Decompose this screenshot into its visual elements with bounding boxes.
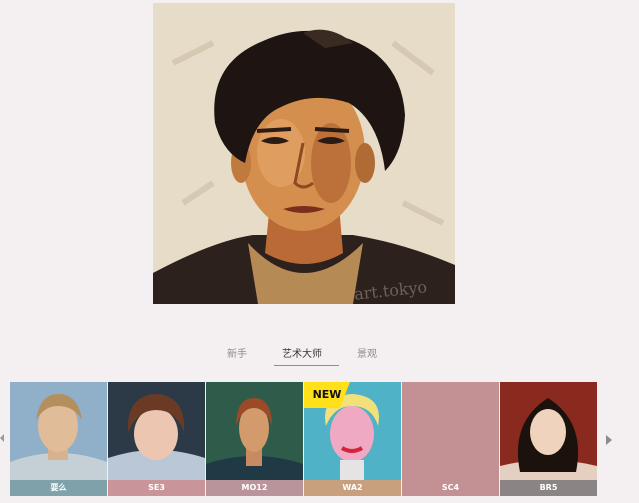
style-thumb-5[interactable]: SC4 (402, 382, 499, 496)
tab-art-masters[interactable]: 艺术大师 (282, 345, 322, 366)
style-label: WA2 (304, 480, 401, 496)
style-label: MO12 (206, 480, 303, 496)
style-category-tabs: 新手 艺术大师 景观 (0, 345, 639, 367)
style-label: SE3 (108, 480, 205, 496)
thumb-image (402, 382, 499, 480)
thumb-image (10, 382, 107, 480)
thumb-image (108, 382, 205, 480)
scroll-right-icon[interactable] (606, 435, 612, 445)
style-label: SC4 (402, 480, 499, 496)
tab-beginner[interactable]: 新手 (227, 345, 247, 366)
style-thumb-6[interactable]: BR5 (500, 382, 597, 496)
thumb-image (500, 382, 597, 480)
style-thumb-2[interactable]: SE3 (108, 382, 205, 496)
style-thumb-1[interactable]: 耍么 (10, 382, 107, 496)
scroll-left-icon[interactable] (0, 434, 4, 442)
style-label: 耍么 (10, 480, 107, 496)
tab-landscape[interactable]: 景观 (357, 345, 377, 366)
style-preview-image: art.tokyo (153, 3, 455, 304)
style-label: BR5 (500, 480, 597, 496)
active-tab-indicator (274, 365, 339, 366)
style-thumb-3[interactable]: MO12 (206, 382, 303, 496)
thumb-image (206, 382, 303, 480)
style-thumb-4[interactable]: NEW WA2 (304, 382, 401, 496)
style-thumbnail-strip: 耍么 SE3 MO12 NEW WA2 SC4 BR5 (10, 382, 600, 496)
